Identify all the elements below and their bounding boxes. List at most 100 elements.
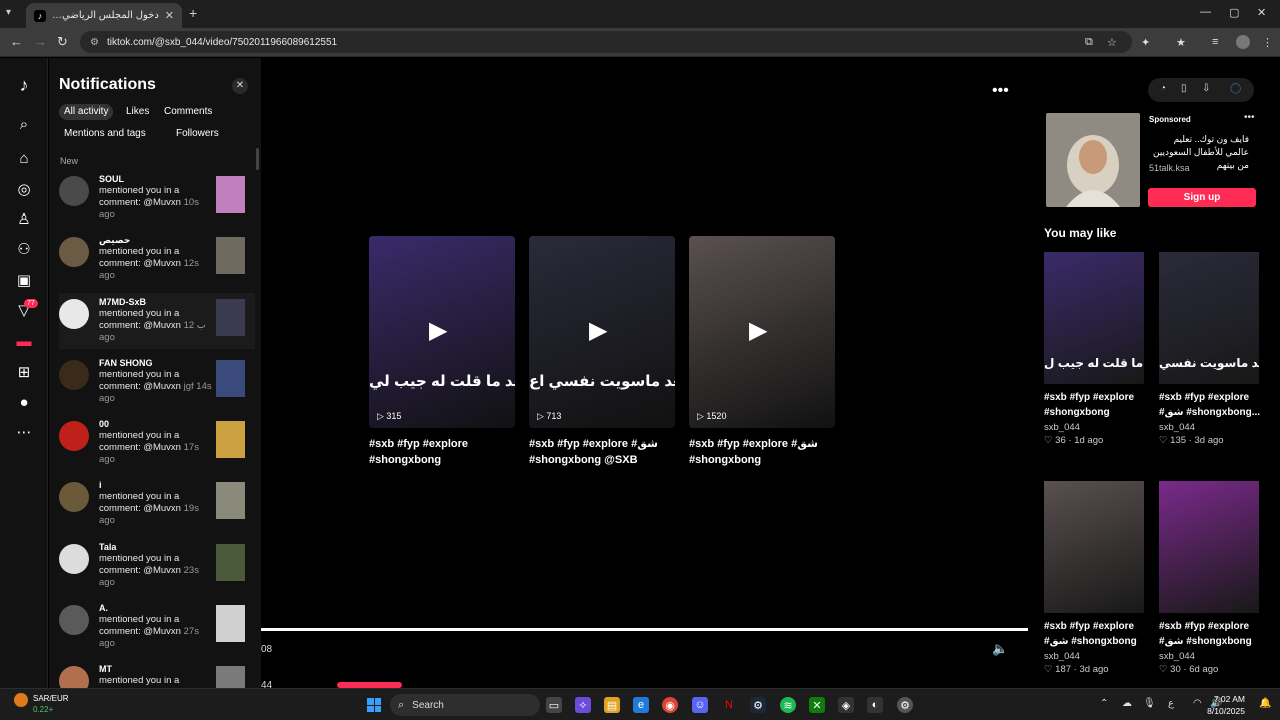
ad-more-icon[interactable]: ••• xyxy=(1244,112,1255,123)
video-card[interactable]: بعد ماسويت نفسي اع ▶ ▷ 713 xyxy=(529,236,675,428)
phone-icon[interactable]: ▯ xyxy=(1181,83,1187,94)
recommended-caption[interactable]: #sxb #fyp #explore #شق #shongxbong xyxy=(1044,619,1154,649)
filter-likes[interactable]: Likes xyxy=(121,104,154,120)
site-info-icon[interactable]: ⚙ xyxy=(90,37,99,48)
ad-handle[interactable]: 51talk.ksa xyxy=(1149,163,1190,173)
video-caption[interactable]: #sxb #fyp #explore #شق #shongxbong xyxy=(689,436,839,468)
reload-icon[interactable]: ↻ xyxy=(57,34,68,50)
file-explorer-icon[interactable]: ▤ xyxy=(604,697,620,713)
notification-item[interactable]: FAN SHONG mentioned you in a comment: @Mu… xyxy=(59,354,255,410)
avatar[interactable] xyxy=(59,605,89,635)
notification-thumbnail[interactable] xyxy=(216,421,245,458)
friends-icon[interactable]: ⚇ xyxy=(14,239,34,259)
forward-icon[interactable]: → xyxy=(34,34,47,49)
notification-item[interactable]: A. mentioned you in a comment: @Muvxn 27s… xyxy=(59,599,255,655)
filter-mentions[interactable]: Mentions and tags xyxy=(59,126,151,142)
profile-icon[interactable]: ● xyxy=(14,392,34,412)
notification-item[interactable]: 00 mentioned you in a comment: @Muvxn 17s… xyxy=(59,415,255,471)
reading-list-icon[interactable]: ≡ xyxy=(1212,36,1218,48)
video-caption[interactable]: #sxb #fyp #explore #shongxbong xyxy=(369,436,519,468)
recommended-caption[interactable]: #sxb #fyp #explore #شق #shongxbong xyxy=(1159,619,1269,649)
scrollbar[interactable] xyxy=(256,148,259,170)
currency-widget-icon[interactable] xyxy=(14,693,28,707)
clock[interactable]: 7:02 AM 8/10/2025 xyxy=(1197,693,1245,717)
notification-username[interactable]: A. xyxy=(99,603,108,613)
notification-item[interactable]: SOUL mentioned you in a comment: @Muvxn 1… xyxy=(59,170,255,226)
recommended-video[interactable] xyxy=(1159,481,1259,613)
search-icon[interactable]: ⌕ xyxy=(14,114,34,134)
notification-thumbnail[interactable] xyxy=(216,360,245,397)
notification-thumbnail[interactable] xyxy=(216,605,245,642)
capcut-icon[interactable]: ◐ xyxy=(867,697,883,713)
tab-search-icon[interactable]: ▾ xyxy=(6,7,11,18)
notification-username[interactable]: M7MD-SxB xyxy=(99,297,146,307)
minimize-icon[interactable]: — xyxy=(1200,6,1211,18)
notification-username[interactable]: SOUL xyxy=(99,174,124,184)
notification-item[interactable]: حصيص mentioned you in a comment: @Muvxn 1… xyxy=(59,231,255,287)
tray-chevron-icon[interactable]: ⌃ xyxy=(1100,698,1108,709)
notification-username[interactable]: Tala xyxy=(99,542,116,552)
edge-icon[interactable]: e xyxy=(633,697,649,713)
copilot-icon[interactable]: ✧ xyxy=(575,697,591,713)
notification-center-icon[interactable]: 🔔 xyxy=(1259,698,1271,709)
notification-thumbnail[interactable] xyxy=(216,299,245,336)
recommended-handle[interactable]: sxb_044 xyxy=(1159,422,1195,433)
live-icon[interactable]: ▣ xyxy=(14,270,34,290)
spotify-icon[interactable]: ≋ xyxy=(780,697,796,713)
notification-thumbnail[interactable] xyxy=(216,237,245,274)
profile-avatar[interactable] xyxy=(1236,35,1250,49)
notification-thumbnail[interactable] xyxy=(216,482,245,519)
avatar[interactable] xyxy=(59,176,89,206)
notification-thumbnail[interactable] xyxy=(216,544,245,581)
maximize-icon[interactable]: ▢ xyxy=(1229,6,1239,19)
discord-icon[interactable]: ☺ xyxy=(692,697,708,713)
play-icon[interactable]: ▶ xyxy=(749,316,767,345)
more-options-icon[interactable]: ••• xyxy=(992,82,1009,100)
play-icon[interactable]: ▶ xyxy=(589,316,607,345)
circle-icon[interactable]: ◯ xyxy=(1230,83,1241,94)
avatar[interactable] xyxy=(59,544,89,574)
recommended-video[interactable] xyxy=(1044,481,1144,613)
chrome-icon[interactable]: ◉ xyxy=(662,697,678,713)
microphone-icon[interactable]: 🎙 xyxy=(1143,698,1156,709)
avatar[interactable] xyxy=(59,360,89,390)
install-app-icon[interactable]: ⧉ xyxy=(1085,36,1093,49)
home-icon[interactable]: ⌂ xyxy=(14,148,34,168)
xbox-icon[interactable]: ✕ xyxy=(809,697,825,713)
upload-icon[interactable]: ⊞ xyxy=(14,362,34,382)
speed-icon[interactable]: ◔ xyxy=(1160,83,1166,94)
video-card[interactable]: بعد ما قلت له جيب لي ▶ ▷ 315 xyxy=(369,236,515,428)
tiktok-logo-icon[interactable]: ♪ xyxy=(14,75,34,95)
browser-tab[interactable]: ♪ دخول المجلس الرياضي(77) ✕ xyxy=(26,3,182,28)
browser-menu-icon[interactable]: ⋮ xyxy=(1262,36,1273,49)
avatar[interactable] xyxy=(59,299,89,329)
video-caption[interactable]: #sxb #fyp #explore #شق #shongxbong @SXB xyxy=(529,436,679,468)
app-icon[interactable]: ◈ xyxy=(838,697,854,713)
following-icon[interactable]: ♙ xyxy=(14,209,34,229)
notification-username[interactable]: FAN SHONG xyxy=(99,358,153,368)
language-indicator[interactable]: ع xyxy=(1168,698,1174,709)
sign-up-button[interactable]: Sign up xyxy=(1148,188,1256,207)
more-icon[interactable]: ⋯ xyxy=(14,422,34,442)
task-view-icon[interactable]: ▭ xyxy=(546,697,562,713)
close-icon[interactable]: ✕ xyxy=(232,78,248,94)
avatar[interactable] xyxy=(59,482,89,512)
recommended-handle[interactable]: sxb_044 xyxy=(1044,651,1080,662)
notification-username[interactable]: حصيص xyxy=(99,235,130,246)
notification-item[interactable]: M7MD-SxB mentioned you in a comment: @Muv… xyxy=(59,293,255,349)
bookmark-star-icon[interactable]: ☆ xyxy=(1107,36,1117,49)
steam-icon[interactable]: ⚙ xyxy=(750,697,766,713)
recommended-video[interactable]: بعد ما قلت له جيب ل xyxy=(1044,252,1144,384)
netflix-icon[interactable]: N xyxy=(721,697,737,713)
extensions-icon[interactable]: ✦ xyxy=(1141,36,1150,49)
notification-username[interactable]: MT xyxy=(99,664,112,674)
filter-followers[interactable]: Followers xyxy=(171,126,224,142)
avatar[interactable] xyxy=(59,237,89,267)
recommended-handle[interactable]: sxb_044 xyxy=(1159,651,1195,662)
recommended-video[interactable]: بعد ماسويت نفسي xyxy=(1159,252,1259,384)
avatar[interactable] xyxy=(59,421,89,451)
settings-icon[interactable]: ⚙ xyxy=(897,697,913,713)
filter-all-activity[interactable]: All activity xyxy=(59,104,114,120)
close-tab-icon[interactable]: ✕ xyxy=(165,9,174,22)
notification-username[interactable]: 00 xyxy=(99,419,109,429)
